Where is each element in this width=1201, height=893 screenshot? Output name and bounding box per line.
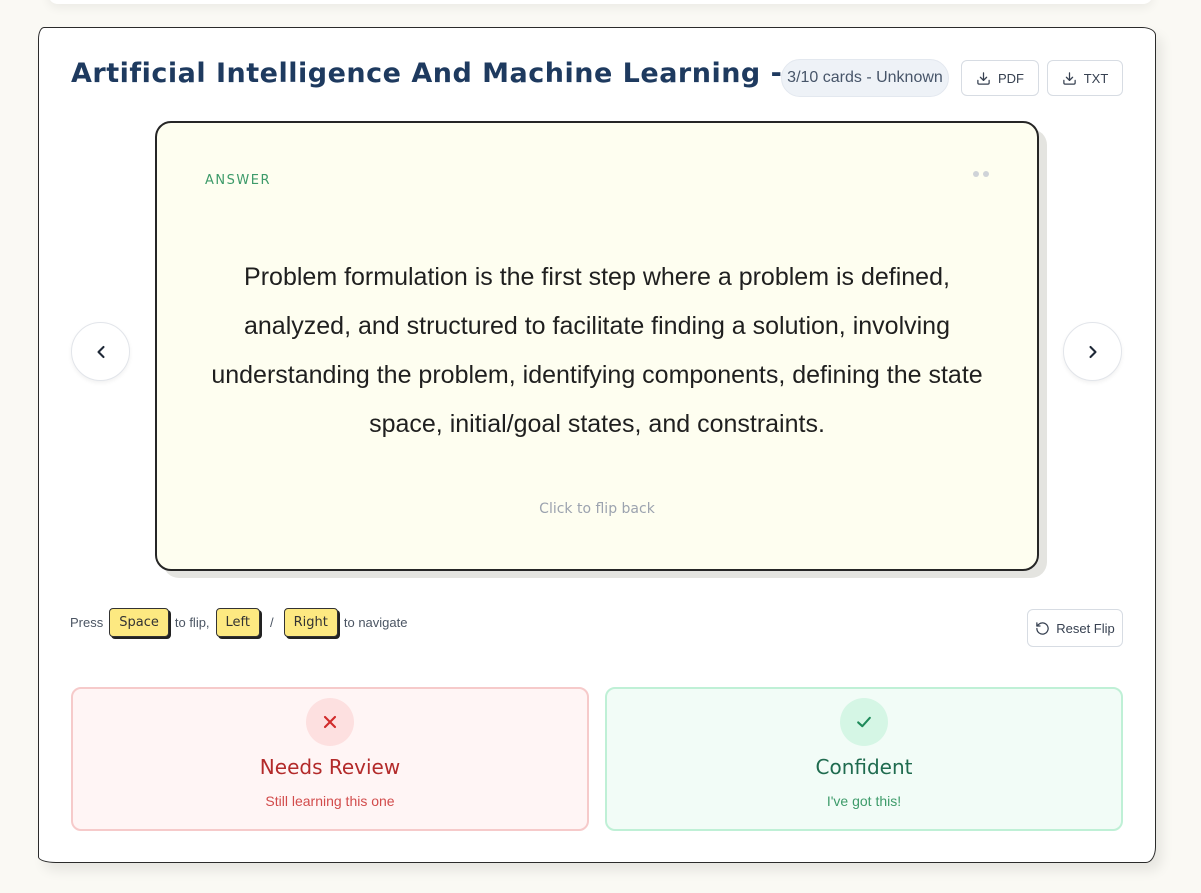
- deck-title: Artificial Intelligence And Machine Lear…: [71, 58, 887, 89]
- confident-subtitle: I've got this!: [826, 793, 902, 809]
- chevron-right-icon: [1088, 345, 1097, 358]
- chevron-left-icon: [96, 345, 105, 358]
- previous-card-button[interactable]: [71, 322, 130, 381]
- confident-title: Confident: [815, 755, 913, 779]
- download-pdf-label: PDF: [998, 70, 1024, 86]
- hint-press: Press: [70, 614, 104, 630]
- needs-review-subtitle: Still learning this one: [265, 793, 395, 809]
- hint-to-navigate: to navigate: [343, 614, 408, 630]
- key-space: Space: [109, 607, 169, 637]
- rotate-ccw-icon: [1036, 621, 1049, 635]
- keyboard-hint: Press Space to flip, Left / Right to nav…: [70, 606, 407, 638]
- card-answer-text: Problem formulation is the first step wh…: [211, 263, 983, 438]
- previous-panel-edge: [48, 0, 1153, 4]
- key-right: Right: [283, 607, 338, 637]
- flashcard[interactable]: ANSWER Problem formulation is the first …: [155, 121, 1039, 571]
- next-card-button[interactable]: [1063, 322, 1122, 381]
- reset-flip-button[interactable]: Reset Flip: [1027, 609, 1123, 647]
- download-txt-button[interactable]: TXT: [1047, 60, 1123, 96]
- needs-review-button[interactable]: Needs Review Still learning this one: [71, 687, 589, 831]
- hint-to-flip: to flip,: [174, 614, 210, 630]
- hint-slash: /: [270, 614, 274, 630]
- confident-button[interactable]: Confident I've got this!: [605, 687, 1123, 831]
- card-count-badge: 3/10 cards - Unknown: [781, 59, 949, 97]
- x-icon: [323, 715, 337, 729]
- download-pdf-button[interactable]: PDF: [961, 60, 1039, 96]
- card-side-label: ANSWER: [205, 173, 271, 188]
- key-left: Left: [215, 607, 261, 637]
- download-icon: [1062, 71, 1076, 85]
- reset-flip-label: Reset Flip: [1056, 620, 1115, 636]
- confident-icon-circle: [840, 698, 888, 746]
- download-icon: [977, 71, 990, 85]
- dots-icon: [973, 171, 989, 177]
- download-txt-label: TXT: [1083, 70, 1109, 86]
- needs-review-title: Needs Review: [259, 755, 401, 779]
- review-icon-circle: [306, 698, 354, 746]
- flip-hint: Click to flip back: [539, 501, 655, 517]
- check-icon: [857, 716, 871, 728]
